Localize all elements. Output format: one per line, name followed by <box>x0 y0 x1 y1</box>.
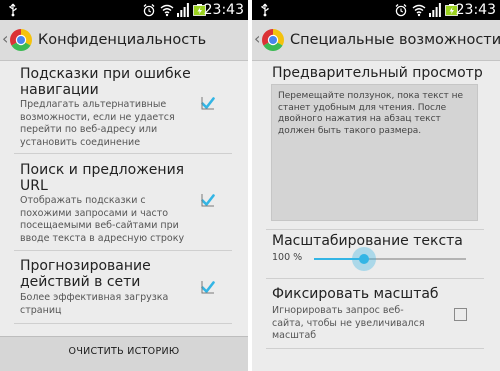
pref-title-line: Прогнозирование <box>20 258 151 274</box>
chrome-logo-icon[interactable] <box>261 28 285 52</box>
wifi-icon <box>160 4 174 17</box>
wifi-icon <box>412 4 426 17</box>
signal-icon <box>177 3 189 17</box>
pref-summary-line: Более эффективная загрузка <box>20 292 169 303</box>
pref-summary-line: сайта, чтобы не увеличивался <box>272 317 425 329</box>
pref-title-line: навигации <box>20 82 99 98</box>
status-bar: 23:43 <box>0 0 248 20</box>
pref-summary-line: Игнорировать запрос веб- <box>272 305 404 316</box>
screen-accessibility: 23:43 ‹ Специальные возможности Предвари… <box>252 0 500 371</box>
action-bar: ‹ Конфиденциальность <box>0 20 248 61</box>
action-bar: ‹ Специальные возможности <box>252 20 500 61</box>
pref-summary-line: вводе текста в адресную строку <box>20 232 185 244</box>
back-icon[interactable]: ‹ <box>254 29 260 49</box>
back-icon[interactable]: ‹ <box>2 29 8 49</box>
divider <box>266 278 484 279</box>
clear-history-button[interactable]: ОЧИСТИТЬ ИСТОРИЮ <box>0 345 248 359</box>
checkbox-unchecked-icon[interactable] <box>454 308 467 321</box>
checkbox-checked-icon[interactable] <box>201 280 215 294</box>
checkbox-checked-icon[interactable] <box>201 96 215 110</box>
usb-icon <box>261 3 269 17</box>
preview-title: Предварительный просмотр <box>272 65 483 81</box>
force-zoom-summary: Игнорировать запрос веб- сайта, чтобы не… <box>272 305 425 343</box>
signal-icon <box>429 3 441 17</box>
slider-thumb-core <box>359 254 370 264</box>
page-title: Специальные возможности <box>290 32 500 48</box>
preview-text-line: должен быть такого размера. <box>278 125 422 136</box>
status-time: 23:43 <box>455 2 496 18</box>
pref-summary-line: установить соединение <box>20 136 141 148</box>
preview-text-line: станет удобным для чтения. После <box>278 102 447 113</box>
divider <box>266 348 484 349</box>
preview-text-line: двойного нажатия на абзац текст <box>278 114 441 124</box>
divider <box>14 153 232 154</box>
checkbox-checked-icon[interactable] <box>201 193 215 207</box>
preview-box: Перемещайте ползунок, пока текст не стан… <box>271 84 478 221</box>
pref-summary-line: похожими запросами и часто <box>20 207 169 219</box>
pref-summary-line: Отображать подсказки с <box>20 195 146 206</box>
pref-summary-line: масштаб <box>272 330 317 341</box>
force-zoom-title: Фиксировать масштаб <box>272 286 439 302</box>
pref-summary-line: возможности, если не удается <box>20 111 175 123</box>
chrome-logo-icon[interactable] <box>9 28 33 52</box>
pref-summary: Предлагать альтернативные возможности, е… <box>20 99 175 149</box>
divider <box>14 250 232 251</box>
usb-icon <box>9 3 17 17</box>
divider <box>266 229 484 230</box>
pref-title-line: URL <box>20 178 48 194</box>
status-bar: 23:43 <box>252 0 500 20</box>
pref-title-line: действий в сети <box>20 274 141 290</box>
text-scale-value: 100 % <box>272 252 303 263</box>
preview-text: Перемещайте ползунок, пока текст не стан… <box>278 91 471 137</box>
pref-title: Прогнозирование действий в сети <box>20 258 151 290</box>
alarm-icon <box>143 4 155 17</box>
pref-summary-line: перейти по веб-адресу или <box>20 124 158 135</box>
clear-history-bar: ОЧИСТИТЬ ИСТОРИЮ <box>0 336 248 371</box>
pref-summary: Отображать подсказки с похожими запросам… <box>20 195 184 245</box>
pref-summary: Более эффективная загрузка страниц <box>20 292 168 317</box>
pref-title-line: Подсказки при ошибке <box>20 66 191 82</box>
text-scale-slider-thumb[interactable] <box>352 247 377 271</box>
alarm-icon <box>395 4 407 17</box>
status-time: 23:43 <box>203 2 244 18</box>
pref-summary-line: Предлагать альтернативные <box>20 99 167 110</box>
pref-title: Поиск и предложения URL <box>20 162 184 194</box>
pref-title: Подсказки при ошибке навигации <box>20 66 191 98</box>
pref-title-line: Поиск и предложения <box>20 162 185 178</box>
page-title: Конфиденциальность <box>38 32 207 48</box>
pref-summary-line: страниц <box>20 304 62 316</box>
text-scale-slider-track[interactable] <box>314 258 466 260</box>
pref-summary-line: посещаемыми веб-сайтами при <box>20 220 179 231</box>
divider <box>14 323 232 324</box>
preview-text-line: Перемещайте ползунок, пока текст не <box>278 91 464 101</box>
screen-privacy: 23:43 ‹ Конфиденциальность Подсказки при… <box>0 0 248 371</box>
